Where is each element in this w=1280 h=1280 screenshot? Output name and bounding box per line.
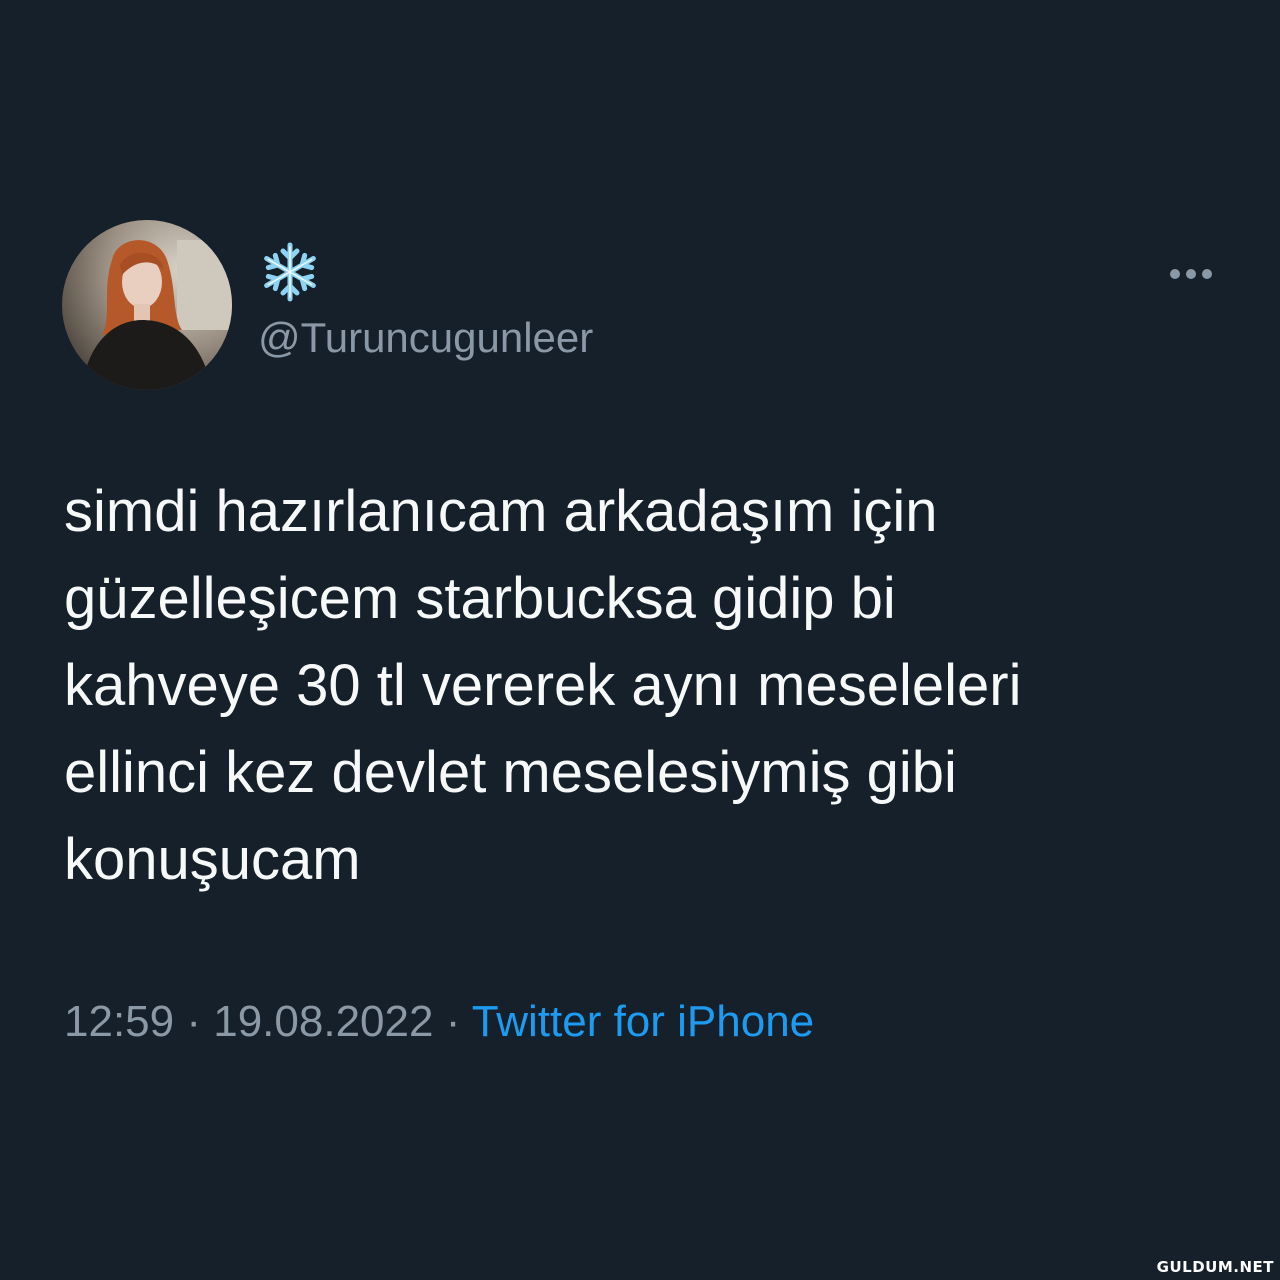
tweet-card: @Turuncugunleer simdi hazırlanıcam arkad… (0, 0, 1280, 1280)
tweet-text-line: güzelleşicem starbucksa gidip bi (64, 566, 896, 631)
meta-separator: · (445, 997, 461, 1046)
tweet-text-line: ellinci kez devlet meselesiymiş gibi (64, 740, 957, 805)
avatar-photo (62, 220, 232, 390)
display-name[interactable] (258, 240, 322, 304)
more-icon (1170, 269, 1212, 279)
more-button[interactable] (1165, 262, 1217, 286)
tweet-text: simdi hazırlanıcam arkadaşım için güzell… (64, 468, 1224, 903)
snowflake-icon (264, 242, 316, 302)
tweet-text-line: konuşucam (64, 827, 361, 892)
tweet-time[interactable]: 12:59 (64, 997, 174, 1046)
meta-separator: · (186, 997, 201, 1046)
tweet-text-line: simdi hazırlanıcam arkadaşım için (64, 479, 938, 544)
tweet-source-link[interactable]: Twitter for iPhone (472, 997, 814, 1046)
tweet-meta: 12:59 · 19.08.2022 · Twitter for iPhone (64, 995, 814, 1049)
user-handle[interactable]: @Turuncugunleer (258, 312, 593, 364)
avatar[interactable] (62, 220, 232, 390)
tweet-text-line: kahveye 30 tl vererek aynı meseleleri (64, 653, 1022, 718)
watermark: GULDUM.NET (1156, 1258, 1274, 1276)
tweet-date[interactable]: 19.08.2022 (213, 997, 433, 1046)
